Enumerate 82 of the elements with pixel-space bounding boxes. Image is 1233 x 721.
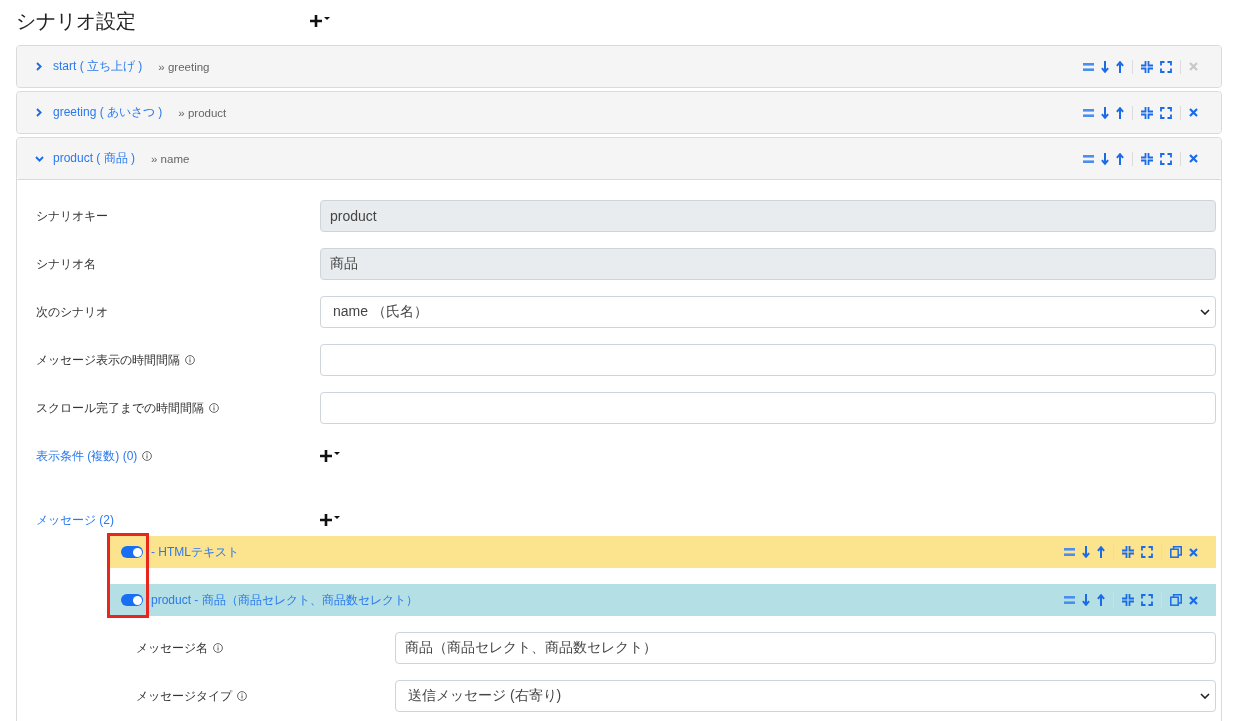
next-scenario-text: » product — [178, 106, 227, 119]
message-title[interactable]: product - 商品（商品セレクト、商品数セレクト） — [151, 591, 418, 609]
chevron-right-icon[interactable] — [36, 62, 42, 71]
caret-icon — [324, 17, 330, 20]
copy-icon[interactable] — [1170, 546, 1182, 558]
caret-icon — [334, 452, 340, 455]
readonly-field: 商品 — [320, 248, 1216, 280]
arrow-up-icon[interactable] — [1116, 106, 1124, 119]
field-label: メッセージ表示の時間間隔 — [36, 351, 180, 369]
copy-icon[interactable] — [1170, 594, 1182, 606]
page-title: シナリオ設定 — [16, 9, 137, 33]
info-icon[interactable] — [185, 355, 195, 365]
input-field[interactable] — [320, 344, 1216, 376]
chevron-down-icon[interactable] — [35, 155, 44, 162]
arrow-up-icon[interactable] — [1097, 546, 1105, 558]
field-label: メッセージタイプ — [136, 687, 232, 705]
grip-lines-icon[interactable] — [1083, 62, 1094, 71]
message-row[interactable]: - HTMLテキスト — [110, 536, 1216, 568]
select-field[interactable]: 送信メッセージ (右寄り) — [395, 680, 1216, 712]
chevron-down-icon — [1200, 309, 1210, 315]
grip-lines-icon[interactable] — [1064, 548, 1075, 556]
messages-link[interactable]: メッセージ (2) — [36, 511, 114, 529]
scenario-header[interactable]: product ( 商品 ) » name — [17, 138, 1221, 179]
add-dropdown-button[interactable] — [310, 15, 330, 27]
arrow-down-icon[interactable] — [1101, 152, 1109, 165]
readonly-field: product — [320, 200, 1216, 232]
field-label: スクロール完了までの時間間隔 — [36, 399, 204, 417]
scenario-header[interactable]: greeting ( あいさつ ) » product — [17, 92, 1221, 133]
field-label: シナリオキー — [36, 207, 108, 225]
grip-lines-icon[interactable] — [1083, 154, 1094, 163]
info-icon[interactable] — [237, 691, 247, 701]
close-icon[interactable] — [1189, 154, 1198, 163]
grip-lines-icon[interactable] — [1083, 108, 1094, 117]
toggle-switch[interactable] — [121, 594, 143, 606]
info-icon[interactable] — [209, 403, 219, 413]
close-icon[interactable] — [1189, 547, 1198, 557]
conditions-link[interactable]: 表示条件 (複数) (0) — [36, 447, 138, 465]
caret-icon — [334, 516, 340, 519]
chevron-down-icon — [1200, 693, 1210, 699]
arrow-down-icon[interactable] — [1082, 594, 1090, 606]
grip-lines-icon[interactable] — [1064, 596, 1075, 604]
message-title[interactable]: - HTMLテキスト — [151, 543, 239, 561]
arrow-down-icon[interactable] — [1082, 546, 1090, 558]
scenario-title[interactable]: start ( 立ち上げ ) — [53, 58, 143, 75]
plus-icon — [310, 15, 322, 27]
arrow-up-icon[interactable] — [1116, 60, 1124, 73]
field-label: シナリオ名 — [36, 255, 96, 273]
plus-icon — [320, 450, 332, 462]
select-field[interactable]: name （氏名） — [320, 296, 1216, 328]
add-dropdown-button[interactable] — [320, 450, 340, 462]
message-row[interactable]: product - 商品（商品セレクト、商品数セレクト） — [110, 584, 1216, 616]
arrow-down-icon[interactable] — [1101, 60, 1109, 73]
compress-icon[interactable] — [1141, 60, 1153, 73]
next-scenario-text: » name — [151, 152, 190, 165]
expand-icon[interactable] — [1141, 546, 1153, 558]
toggle-switch[interactable] — [121, 546, 143, 558]
arrow-down-icon[interactable] — [1101, 106, 1109, 119]
field-label: 次のシナリオ — [36, 303, 108, 321]
expand-icon[interactable] — [1160, 60, 1172, 73]
scenario-title[interactable]: greeting ( あいさつ ) — [53, 104, 163, 121]
arrow-up-icon[interactable] — [1116, 152, 1124, 165]
scenario-title[interactable]: product ( 商品 ) — [53, 150, 136, 167]
expand-icon[interactable] — [1160, 152, 1172, 165]
info-icon[interactable] — [213, 643, 223, 653]
arrow-up-icon[interactable] — [1097, 594, 1105, 606]
add-dropdown-button[interactable] — [320, 514, 340, 526]
next-scenario-text: » greeting — [158, 60, 210, 73]
expand-icon[interactable] — [1141, 594, 1153, 606]
compress-icon[interactable] — [1141, 152, 1153, 165]
compress-icon[interactable] — [1141, 106, 1153, 119]
field-label: メッセージ名 — [136, 639, 208, 657]
close-icon[interactable] — [1189, 595, 1198, 605]
scenario-header[interactable]: start ( 立ち上げ ) » greeting — [17, 46, 1221, 87]
chevron-right-icon[interactable] — [36, 108, 42, 117]
input-field[interactable]: 商品（商品セレクト、商品数セレクト） — [395, 632, 1216, 664]
input-field[interactable] — [320, 392, 1216, 424]
expand-icon[interactable] — [1160, 106, 1172, 119]
plus-icon — [320, 514, 332, 526]
compress-icon[interactable] — [1122, 546, 1134, 558]
info-icon[interactable] — [142, 451, 153, 461]
close-icon[interactable] — [1189, 108, 1198, 117]
compress-icon[interactable] — [1122, 594, 1134, 606]
